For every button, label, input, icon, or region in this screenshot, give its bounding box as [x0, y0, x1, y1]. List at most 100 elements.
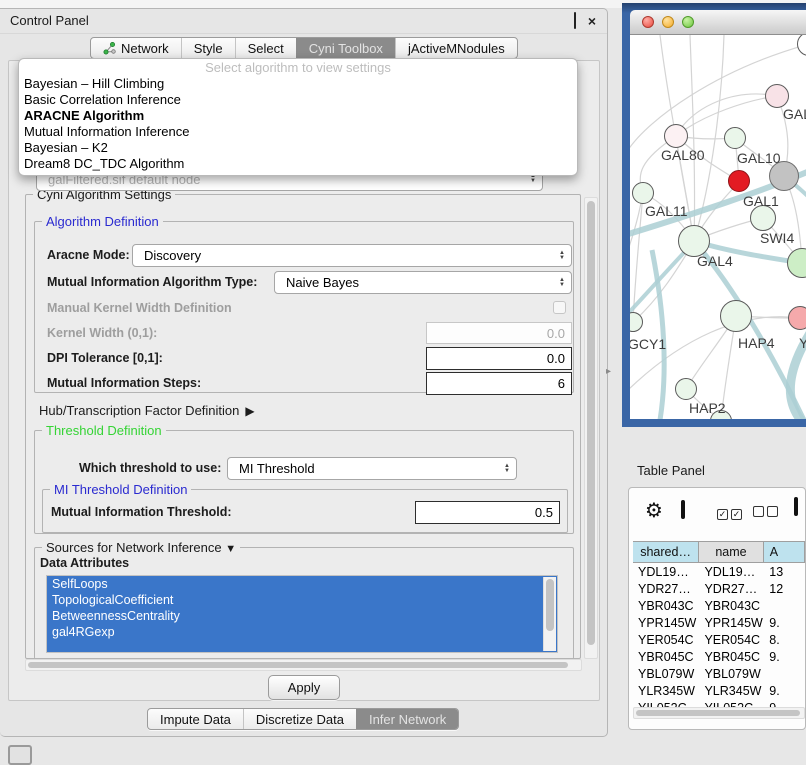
node-label-hap4: HAP4 — [738, 335, 775, 351]
network-node-gal11[interactable] — [632, 182, 654, 204]
column-header-partial[interactable]: A — [764, 542, 805, 563]
table-row[interactable]: YPR145WYPR145W9. — [633, 614, 805, 631]
algorithm-dropdown-hint: Select algorithm to view settings — [19, 59, 577, 76]
table-row[interactable]: YER054CYER054C8. — [633, 631, 805, 648]
corner-grid-icon[interactable] — [8, 745, 32, 765]
node-label-gal10: GAL10 — [737, 150, 781, 166]
algorithm-option[interactable]: Bayesian – Hill Climbing — [19, 76, 577, 92]
algorithm-option-aracne[interactable]: ARACNE Algorithm — [19, 108, 577, 124]
close-icon[interactable]: × — [586, 15, 598, 27]
gear-icon[interactable]: ⚙ — [645, 498, 663, 523]
tab-discretize-data[interactable]: Discretize Data — [243, 709, 356, 729]
attribute-item[interactable]: gal4RGexp — [47, 624, 557, 640]
table-panel-title: Table Panel — [637, 463, 705, 478]
deselect-all-columns-icon[interactable] — [753, 505, 781, 520]
panel-splitter-handle[interactable]: ▸ — [606, 366, 611, 377]
data-attributes-label: Data Attributes — [40, 556, 129, 570]
node-table: shared… name A YDL19…YDL19…13 YDR27…YDR2… — [633, 541, 805, 729]
control-panel-window: Control Panel × Network Style Select Cyn… — [0, 8, 608, 737]
table-header-row: shared… name A — [633, 541, 805, 563]
attribute-item[interactable]: BetweennessCentrality — [47, 608, 557, 624]
table-horizontal-scrollbar[interactable] — [633, 707, 805, 719]
network-node-gal80[interactable] — [664, 124, 688, 148]
table-row[interactable]: YDR27…YDR27…12 — [633, 580, 805, 597]
tab-network[interactable]: Network — [91, 38, 181, 58]
settings-vertical-scrollbar[interactable] — [584, 197, 598, 659]
aracne-mode-combobox[interactable]: Discovery ▲▼ — [132, 244, 572, 267]
column-header-name[interactable]: name — [699, 542, 764, 563]
mi-steps-field[interactable]: 6 — [426, 372, 572, 395]
mi-threshold-field[interactable]: 0.5 — [415, 501, 560, 524]
tab-select[interactable]: Select — [235, 38, 296, 58]
network-node-gal10[interactable] — [724, 127, 746, 149]
control-panel-tabbar: Network Style Select Cyni Toolbox jActiv… — [90, 37, 518, 59]
node-label-gcy1: GCY1 — [630, 336, 666, 352]
close-traffic-light[interactable] — [642, 16, 654, 28]
sources-group: Sources for Network Inference ▼ Data Att… — [34, 547, 574, 659]
table-row[interactable]: YLR345WYLR345W9. — [633, 682, 805, 699]
node-label-hap2: HAP2 — [689, 400, 726, 416]
manual-kernel-checkbox[interactable] — [553, 301, 566, 314]
mi-steps-label: Mutual Information Steps: — [47, 376, 201, 390]
combo-spinner-icon: ▲▼ — [504, 464, 510, 474]
network-node[interactable] — [765, 84, 789, 108]
network-canvas[interactable]: GAL GAL80 GAL10 GAL1 GAL11 SWI4 GAL4 GCY… — [630, 35, 806, 419]
tab-jactivemnodules[interactable]: jActiveMNodules — [395, 38, 517, 58]
tab-network-label: Network — [121, 41, 169, 56]
select-all-columns-icon[interactable]: ✓✓ — [717, 505, 745, 520]
network-node-hap2[interactable] — [675, 378, 697, 400]
mi-type-label: Mutual Information Algorithm Type: — [47, 275, 257, 289]
tab-cyni-toolbox[interactable]: Cyni Toolbox — [296, 38, 395, 58]
attribute-item[interactable]: SelfLoops — [47, 576, 557, 592]
document-icon[interactable] — [794, 499, 798, 514]
float-window-icon[interactable] — [569, 15, 581, 27]
tab-style[interactable]: Style — [181, 38, 235, 58]
table-row[interactable]: YBL079WYBL079W — [633, 665, 805, 682]
node-label-partial: Y — [799, 335, 806, 351]
threshold-definition-title: Threshold Definition — [42, 423, 166, 438]
algorithm-option[interactable]: Mutual Information Inference — [19, 124, 577, 140]
algorithm-option[interactable]: Bayesian – K2 — [19, 140, 577, 156]
cyni-algorithm-settings-group: Cyni Algorithm Settings Algorithm Defini… — [25, 194, 581, 659]
apply-button[interactable]: Apply — [268, 675, 340, 700]
dpi-tolerance-field[interactable]: 0.0 — [426, 347, 572, 370]
mi-type-combobox[interactable]: Naive Bayes ▲▼ — [274, 271, 572, 294]
mi-threshold-definition-group: MI Threshold Definition Mutual Informati… — [42, 489, 568, 533]
network-node-hap4[interactable] — [720, 300, 752, 332]
table-row[interactable]: YBR045CYBR045C9. — [633, 648, 805, 665]
threshold-definition-group: Threshold Definition Which threshold to … — [34, 430, 574, 534]
kernel-width-field[interactable]: 0.0 — [426, 322, 572, 344]
combo-spinner-icon: ▲▼ — [559, 251, 565, 261]
mi-threshold-definition-title: MI Threshold Definition — [50, 482, 191, 497]
tab-impute-data[interactable]: Impute Data — [148, 709, 243, 729]
columns-icon[interactable] — [681, 502, 685, 517]
tab-infer-network[interactable]: Infer Network — [356, 709, 458, 729]
network-window-titlebar — [630, 10, 806, 35]
hub-definition-toggle[interactable]: Hub/Transcription Factor Definition▶ — [39, 403, 255, 418]
table-row[interactable]: YBR043CYBR043C — [633, 597, 805, 614]
algorithm-definition-group: Algorithm Definition Aracne Mode: Discov… — [34, 221, 574, 393]
aracne-mode-label: Aracne Mode: — [47, 248, 130, 262]
attribute-item[interactable]: TopologicalCoefficient — [47, 592, 557, 608]
table-row[interactable]: YDL19…YDL19…13 — [633, 563, 805, 580]
settings-horizontal-scrollbar[interactable] — [25, 659, 582, 671]
algorithm-option[interactable]: Dream8 DC_TDC Algorithm — [19, 156, 577, 172]
column-header-shared-name[interactable]: shared… — [633, 542, 699, 563]
which-threshold-combobox[interactable]: MI Threshold ▲▼ — [227, 457, 517, 480]
kernel-width-label: Kernel Width (0,1): — [47, 326, 157, 340]
network-node-pink[interactable] — [788, 306, 806, 330]
which-threshold-label: Which threshold to use: — [79, 461, 221, 475]
network-node-red[interactable] — [728, 170, 750, 192]
minimize-traffic-light[interactable] — [662, 16, 674, 28]
zoom-traffic-light[interactable] — [682, 16, 694, 28]
sources-title[interactable]: Sources for Network Inference ▼ — [42, 540, 240, 555]
control-panel-title: Control Panel — [10, 13, 89, 28]
attribute-list-scrollbar[interactable] — [543, 577, 556, 651]
node-label-gal11: GAL11 — [645, 203, 688, 219]
manual-kernel-label: Manual Kernel Width Definition — [47, 301, 232, 315]
control-panel-titlebar: Control Panel × — [0, 9, 607, 34]
table-panel: ⚙ ✓✓ shared… name A YDL19…YDL19…13 YDR27… — [628, 487, 806, 730]
algorithm-option[interactable]: Basic Correlation Inference — [19, 92, 577, 108]
node-label: GAL — [783, 106, 806, 122]
attribute-item-partial[interactable] — [47, 640, 557, 652]
